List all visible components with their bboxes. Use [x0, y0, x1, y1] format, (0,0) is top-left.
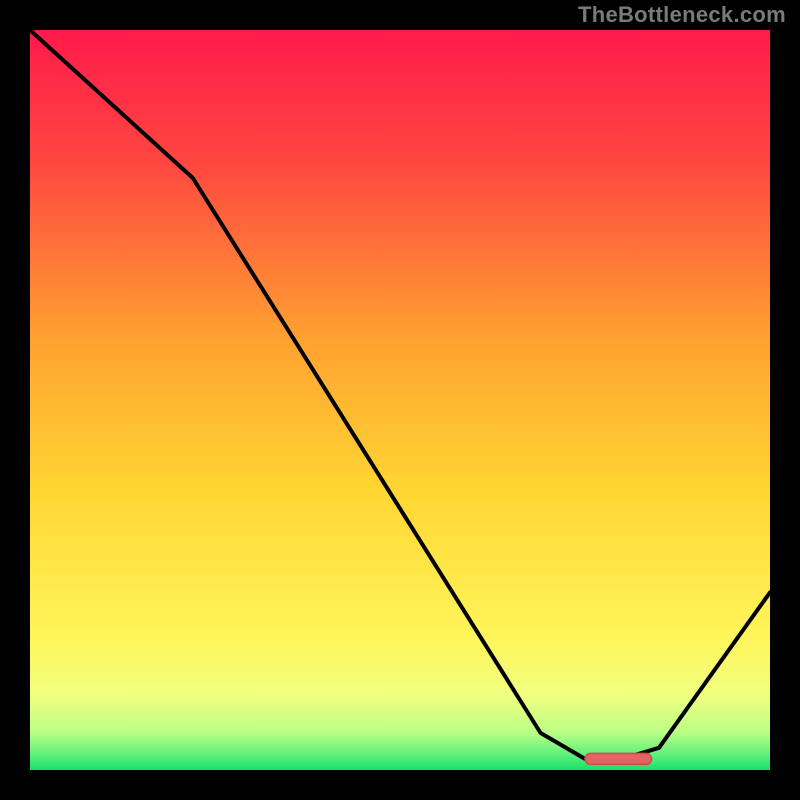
plot-svg [30, 30, 770, 770]
gradient-background [30, 30, 770, 770]
attribution-text: TheBottleneck.com [578, 2, 786, 28]
chart-frame: TheBottleneck.com [0, 0, 800, 800]
plot-area [30, 30, 770, 770]
optimal-marker [585, 753, 652, 764]
